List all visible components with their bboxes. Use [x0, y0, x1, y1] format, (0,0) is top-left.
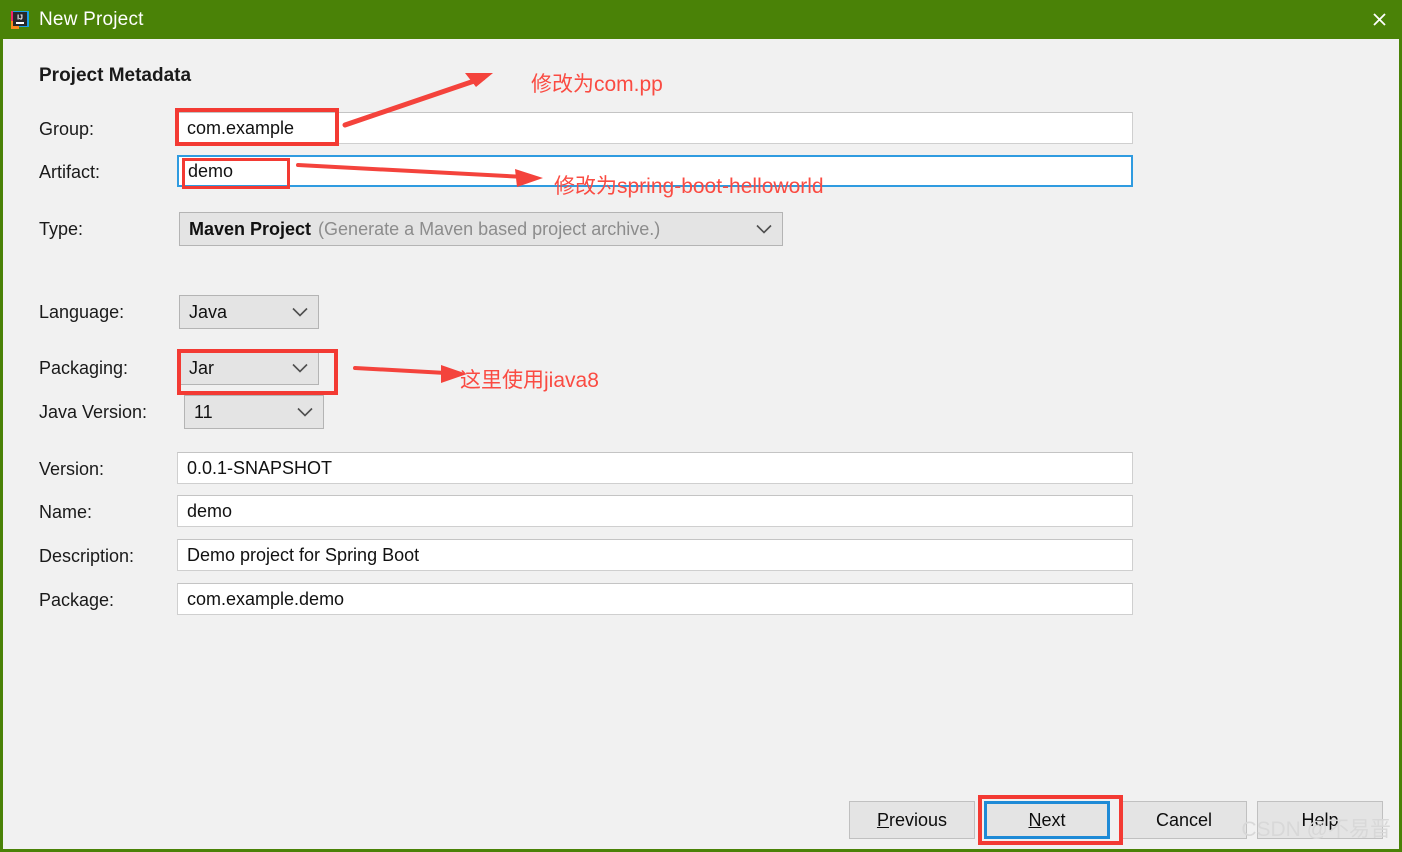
- packaging-combo-value: Jar: [189, 357, 215, 378]
- java-version-combo-value: 11: [194, 401, 213, 422]
- next-button[interactable]: Next: [984, 801, 1110, 839]
- language-combo[interactable]: Java: [179, 295, 319, 329]
- chevron-down-icon: [292, 358, 308, 379]
- type-combo-value: Maven Project: [189, 218, 312, 239]
- close-icon[interactable]: [1356, 0, 1399, 39]
- previous-button-label: revious: [888, 809, 948, 830]
- type-combo-hint: (Generate a Maven based project archive.…: [318, 218, 661, 239]
- label-artifact: Artifact:: [39, 162, 101, 182]
- page-title: Project Metadata: [39, 65, 192, 86]
- label-package: Package:: [39, 590, 115, 610]
- previous-button-mnemonic: P: [876, 809, 889, 830]
- title-bar: IJ New Project: [3, 0, 1399, 39]
- description-field[interactable]: Demo project for Spring Boot: [177, 539, 1133, 571]
- next-button-mnemonic: N: [1028, 809, 1042, 830]
- version-field[interactable]: 0.0.1-SNAPSHOT: [177, 452, 1133, 484]
- svg-text:IJ: IJ: [17, 14, 23, 21]
- annotation-text-artifact: 修改为spring-boot-helloworld: [554, 175, 824, 198]
- next-button-label: ext: [1041, 809, 1066, 830]
- label-description: Description:: [39, 546, 135, 566]
- group-field[interactable]: com.example: [177, 112, 1133, 144]
- packaging-combo[interactable]: Jar: [179, 351, 319, 385]
- label-language: Language:: [39, 302, 125, 322]
- label-packaging: Packaging:: [39, 358, 129, 378]
- chevron-down-icon: [756, 219, 772, 240]
- type-combo[interactable]: Maven Project (Generate a Maven based pr…: [179, 212, 783, 246]
- watermark: CSDN @不易晋: [1241, 818, 1391, 841]
- cancel-button[interactable]: Cancel: [1121, 801, 1247, 839]
- new-project-dialog: IJ New Project Project Metadata Group: c…: [0, 0, 1402, 852]
- package-field[interactable]: com.example.demo: [177, 583, 1133, 615]
- previous-button[interactable]: Previous: [849, 801, 975, 839]
- label-type: Type:: [39, 219, 84, 239]
- language-combo-value: Java: [189, 301, 228, 322]
- label-version: Version:: [39, 459, 105, 479]
- chevron-down-icon: [297, 402, 313, 423]
- intellij-idea-icon: IJ: [10, 10, 30, 30]
- label-group: Group:: [39, 119, 95, 139]
- label-java-version: Java Version:: [39, 402, 148, 422]
- name-field[interactable]: demo: [177, 495, 1133, 527]
- cancel-button-label: Cancel: [1155, 809, 1213, 830]
- window-title: New Project: [39, 8, 144, 30]
- java-version-combo[interactable]: 11: [184, 395, 324, 429]
- chevron-down-icon: [292, 302, 308, 323]
- form-panel: Project Metadata Group: com.example Arti…: [3, 39, 1399, 849]
- annotation-text-java-version: 这里使用jiava8: [460, 369, 599, 392]
- annotation-text-group: 修改为com.pp: [531, 73, 663, 96]
- label-name: Name:: [39, 502, 93, 522]
